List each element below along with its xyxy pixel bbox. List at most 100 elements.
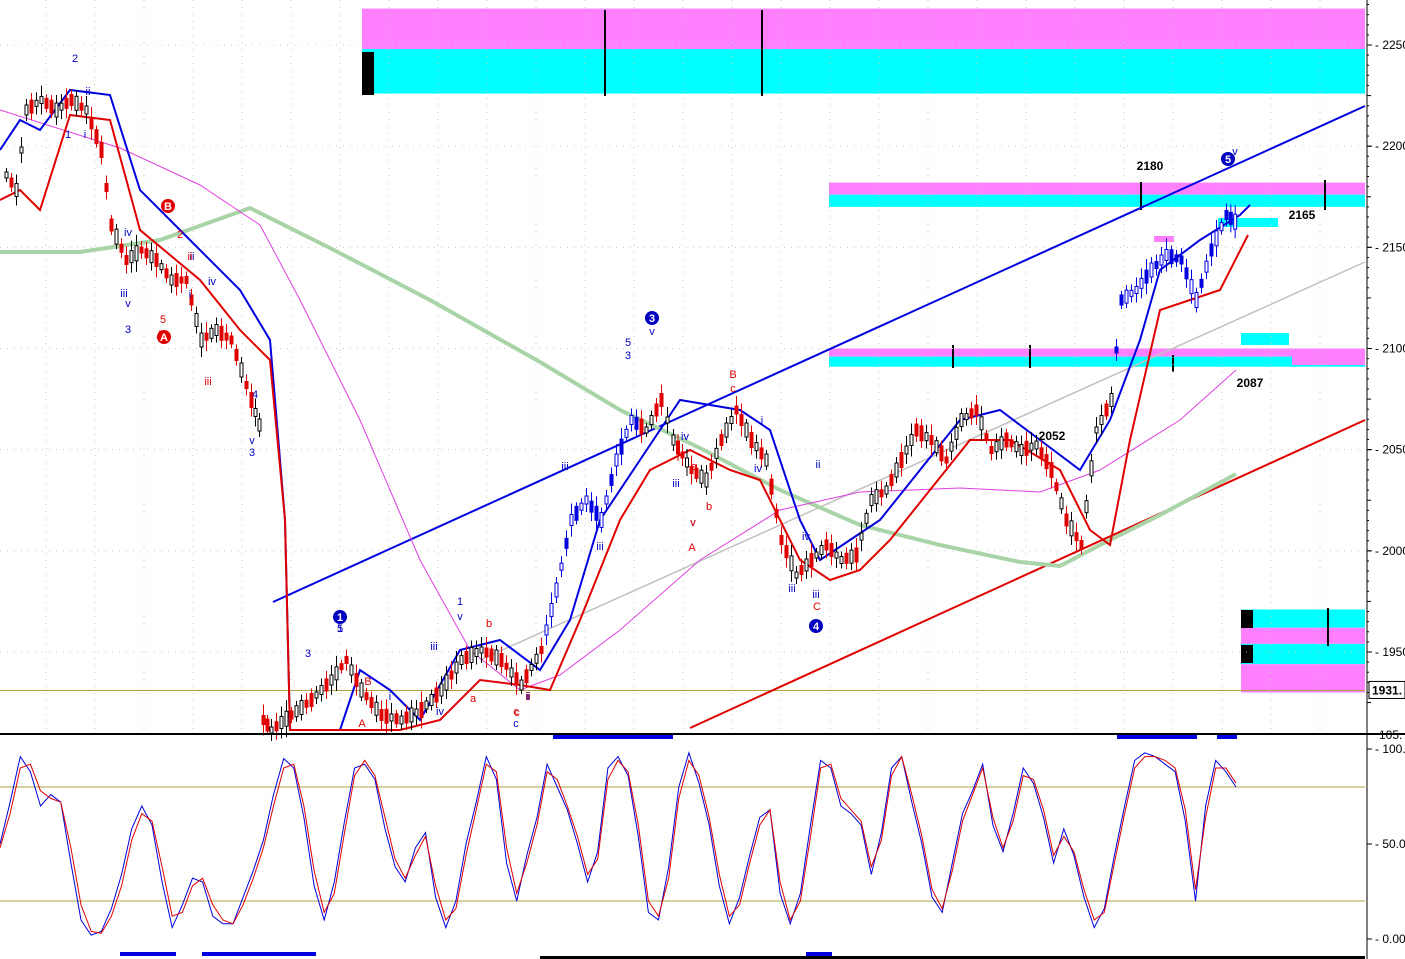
wave-label-blue: i: [389, 691, 391, 703]
candle-body: [424, 700, 429, 710]
candle-body: [419, 702, 424, 718]
candle-body: [779, 535, 784, 545]
price-annotation: 2052: [1039, 429, 1066, 443]
candle-body: [399, 715, 404, 725]
candle-body: [619, 438, 624, 455]
candle-body: [964, 413, 969, 421]
wave-label-red: A: [358, 718, 366, 730]
candle-body: [219, 325, 224, 341]
zone-band: [1154, 236, 1174, 242]
candle-body: [1164, 249, 1169, 261]
candle-body: [519, 679, 524, 691]
zone-band: [1241, 627, 1365, 644]
candle-body: [569, 514, 574, 526]
candle-body: [469, 647, 474, 663]
candle-body: [339, 663, 344, 671]
candle-body: [154, 253, 159, 267]
candle-body: [1209, 243, 1214, 257]
candle-body: [324, 678, 329, 692]
candle-body: [671, 434, 676, 446]
zone-marker: [1241, 610, 1253, 628]
candle-body: [269, 726, 274, 734]
candle-body: [1104, 403, 1109, 417]
candle-body: [79, 102, 84, 111]
wave-label-red: B: [364, 676, 371, 688]
candle-body: [624, 428, 629, 438]
candle-body: [39, 96, 44, 104]
candle-body: [1094, 426, 1099, 434]
candle-body: [344, 656, 349, 664]
candle-body: [939, 445, 944, 462]
candle-body: [299, 700, 304, 715]
candle-body: [384, 708, 389, 724]
candle-body: [559, 562, 564, 571]
candle-body: [464, 651, 469, 664]
candle-body: [1109, 393, 1114, 407]
wave-label-blue: iv: [436, 706, 444, 718]
candle-body: [834, 551, 839, 559]
candle-body: [659, 393, 664, 407]
zone-band: [362, 8, 1365, 50]
candle-body: [680, 451, 685, 459]
candle-body: [49, 99, 54, 114]
candle-body: [89, 117, 94, 130]
candle-body: [649, 415, 654, 425]
candle-body: [1179, 255, 1184, 265]
wave-label-red: c: [730, 383, 736, 395]
candle-body: [289, 710, 294, 720]
candle-body: [64, 97, 69, 109]
wave-label-blue: iv: [754, 463, 762, 475]
candle-body: [449, 670, 454, 680]
wave-label-red: 5: [160, 314, 166, 326]
candle-body: [884, 485, 889, 495]
candle-body: [174, 273, 179, 287]
candle-body: [494, 649, 499, 666]
wave-label-blue: iii: [430, 641, 437, 653]
candle-body: [1029, 442, 1034, 451]
wave-label-blue: c: [513, 718, 519, 730]
wave-label-blue: iv: [208, 276, 216, 288]
candle-body: [1174, 254, 1179, 263]
candle-body: [924, 432, 929, 442]
candle-body: [529, 664, 534, 671]
wave-circle-red-label: A: [160, 332, 168, 344]
wave-label-red: ii: [526, 691, 531, 703]
candle-body: [539, 646, 544, 654]
candle-body: [244, 381, 249, 389]
candle-body: [239, 362, 244, 378]
candle-body: [439, 683, 444, 697]
wave-label-blue: 1: [65, 129, 71, 141]
candle-body: [389, 713, 394, 722]
candle-body: [169, 274, 174, 286]
candle-body: [914, 423, 919, 437]
candle-body: [869, 494, 874, 506]
candle-body: [444, 674, 449, 691]
wave-label-blue: iv: [802, 531, 810, 543]
wave-label-red: C: [813, 601, 821, 613]
wave-circle-red-label: B: [164, 201, 172, 213]
candle-body: [1149, 262, 1154, 278]
wave-label-red: ii: [188, 251, 193, 263]
osc-tick-label: - 50.00: [1375, 837, 1405, 851]
candle-body: [1114, 346, 1119, 354]
candle-body: [1044, 454, 1049, 470]
zone-band: [1241, 333, 1289, 345]
candle-body: [184, 276, 189, 284]
candle-body: [889, 474, 894, 486]
candle-body: [99, 142, 104, 158]
candle-body: [739, 414, 744, 426]
candle-body: [109, 218, 114, 232]
candle-body: [194, 313, 199, 327]
candle-body: [954, 426, 959, 440]
candle-body: [114, 228, 119, 245]
candle-body: [854, 547, 859, 563]
y-tick-label: - 2150: [1375, 240, 1405, 254]
wave-label-blue: 5: [625, 337, 631, 349]
candle-body: [639, 418, 644, 435]
candle-body: [209, 327, 214, 339]
candle-body: [454, 661, 459, 674]
wave-label-blue: 3: [305, 648, 311, 660]
candle-body: [1014, 441, 1019, 453]
candle-body: [1129, 289, 1134, 297]
wave-label-blue: 3: [249, 447, 255, 459]
